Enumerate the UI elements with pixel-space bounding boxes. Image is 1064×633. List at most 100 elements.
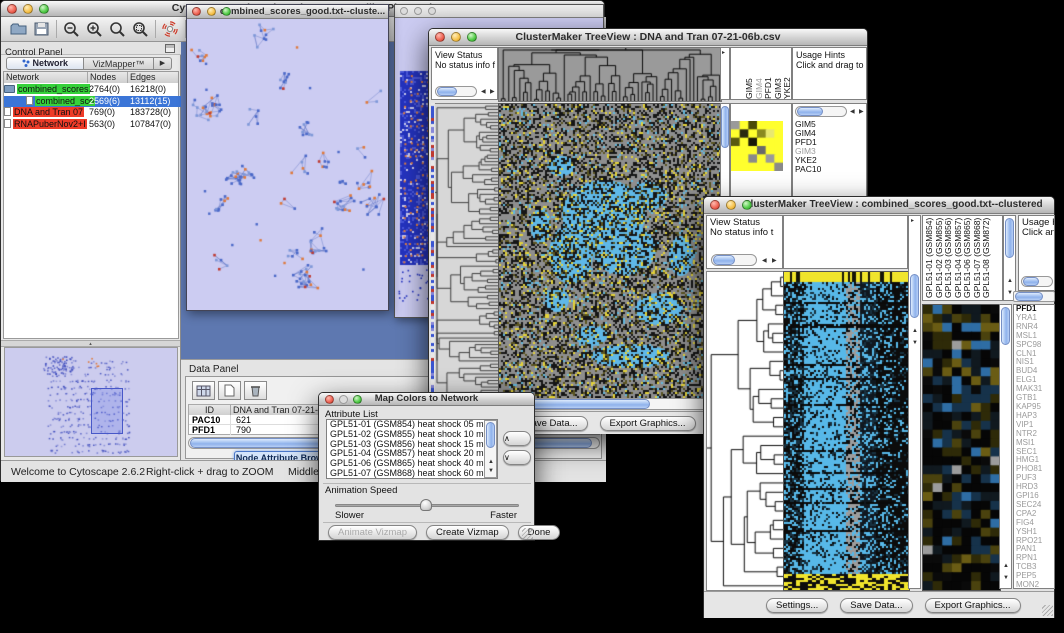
gene-item[interactable]: PAC10: [793, 165, 867, 174]
scroll-down-arrow[interactable]: ▼: [912, 340, 918, 347]
genelist-hscrollbar[interactable]: [795, 106, 847, 117]
scroll-up-arrow[interactable]: ▲: [488, 459, 494, 466]
network-row[interactable]: DNA and Tran 07 769(0) 183728(0): [4, 107, 182, 119]
gene-item[interactable]: MON2: [1014, 581, 1054, 589]
dialog-title-bar[interactable]: Map Colors to Network: [319, 393, 534, 406]
help-lifesaver-icon[interactable]: [159, 19, 182, 40]
treeview2-title-bar[interactable]: ClusterMaker TreeView : combined_scores_…: [704, 197, 1054, 214]
close-button[interactable]: [710, 200, 720, 210]
move-down-button[interactable]: ∨: [503, 450, 531, 465]
column-header-id[interactable]: ID: [189, 405, 231, 415]
dialog-button[interactable]: Create Vizmap: [426, 525, 509, 540]
resize-grip[interactable]: [1042, 605, 1053, 616]
close-button[interactable]: [400, 7, 408, 15]
resize-grip[interactable]: [522, 528, 533, 539]
attribute-listbox[interactable]: GPL51-01 (GSM854) heat shock 05 minGPL51…: [326, 419, 498, 479]
zoom-fit-button[interactable]: [106, 19, 129, 40]
birdseye-view[interactable]: [4, 347, 178, 457]
dialog-button[interactable]: Animate Vizmap: [328, 525, 417, 540]
close-button[interactable]: [325, 395, 334, 404]
scroll-right-arrow[interactable]: ▶: [490, 89, 495, 96]
usage-hscrollbar[interactable]: [1021, 276, 1053, 287]
scroll-right-arrow[interactable]: ▶: [859, 109, 864, 116]
zoom-out-button[interactable]: [60, 19, 83, 40]
row-dendrogram-canvas[interactable]: [706, 271, 785, 591]
scroll-left-arrow[interactable]: ◀: [481, 89, 486, 96]
zoom-button[interactable]: [428, 7, 436, 15]
float-panel-icon[interactable]: [165, 44, 175, 53]
zoom-heatmap-canvas[interactable]: [731, 121, 783, 171]
attribute-list-vscrollbar[interactable]: ▲ ▼: [484, 420, 497, 478]
genelist-vscrollbar[interactable]: ▲ ▼: [999, 304, 1012, 589]
slider-thumb[interactable]: [420, 499, 432, 511]
network-table-header: Network Nodes Edges: [4, 72, 178, 83]
scroll-right-arrow[interactable]: ▶: [772, 258, 777, 265]
tab-vizmapper[interactable]: VizMapper™: [84, 57, 154, 70]
tab-overflow-button[interactable]: ▶: [154, 57, 172, 70]
scroll-strip[interactable]: ▸: [720, 47, 730, 100]
tab-network[interactable]: Network: [6, 57, 84, 70]
birdseye-viewport-rect[interactable]: [91, 388, 123, 434]
zoom-heatmap-canvas[interactable]: [922, 304, 1001, 591]
status-hscrollbar[interactable]: [711, 254, 757, 266]
scroll-left-arrow[interactable]: ◀: [762, 258, 767, 265]
zoom-button[interactable]: [467, 32, 477, 42]
genelist-hscrollbar[interactable]: [1013, 291, 1055, 302]
minimize-button[interactable]: [726, 200, 736, 210]
global-heatmap-canvas[interactable]: [783, 271, 910, 591]
network-row[interactable]: RNAPuberNov2+I 563(0) 107847(0): [4, 119, 182, 131]
move-up-button[interactable]: ∧: [503, 431, 531, 446]
network-view-title-bar[interactable]: combined_scores_good.txt--cluste...: [187, 5, 388, 19]
zoom-button[interactable]: [353, 395, 362, 404]
minimize-button[interactable]: [339, 395, 348, 404]
zoom-button[interactable]: [222, 7, 231, 16]
scroll-down-arrow[interactable]: ▼: [488, 468, 494, 475]
open-session-button[interactable]: [7, 19, 30, 40]
select-attributes-button[interactable]: [192, 381, 215, 400]
zoom-button[interactable]: [742, 200, 752, 210]
zoom-in-button[interactable]: [83, 19, 106, 40]
network-view-window[interactable]: combined_scores_good.txt--cluste...: [186, 4, 389, 311]
column-header-nodes[interactable]: Nodes: [88, 72, 128, 83]
network-row-selected[interactable]: combined_sco 2569(6) 13112(15): [4, 96, 182, 108]
scroll-down-arrow[interactable]: ▼: [1003, 575, 1009, 582]
minimize-button[interactable]: [207, 7, 216, 16]
scroll-left-arrow[interactable]: ◀: [850, 109, 855, 116]
inactive-title-bar[interactable]: [395, 5, 603, 18]
minimize-button[interactable]: [451, 32, 461, 42]
scroll-up-arrow[interactable]: ▲: [912, 328, 918, 335]
column-dendrogram-canvas[interactable]: [498, 47, 722, 102]
new-attribute-button[interactable]: [218, 381, 241, 400]
heatmap-canvas[interactable]: [498, 103, 722, 399]
zoom-selected-button[interactable]: [129, 19, 152, 40]
labels-vscrollbar[interactable]: ▲ ▼: [1003, 215, 1016, 301]
treeview-button[interactable]: Export Graphics...: [925, 598, 1021, 613]
network-graph-canvas[interactable]: [187, 19, 388, 310]
delete-attribute-button[interactable]: [244, 381, 267, 400]
attribute-item[interactable]: GPL51-07 (GSM868) heat shock 60 min: [327, 469, 497, 479]
close-button[interactable]: [192, 7, 201, 16]
panel-divider[interactable]: ▴: [1, 340, 180, 347]
close-button[interactable]: [435, 32, 445, 42]
status-hscrollbar[interactable]: [435, 86, 477, 97]
zoom-button[interactable]: [39, 4, 49, 14]
row-dendrogram-canvas[interactable]: [435, 103, 499, 399]
treeview1-title-bar[interactable]: ClusterMaker TreeView : DNA and Tran 07-…: [429, 29, 867, 46]
view-status-title: View Status: [432, 48, 497, 60]
treeview2-title: ClusterMaker TreeView : combined_scores_…: [743, 199, 1042, 210]
column-header-edges[interactable]: Edges: [128, 72, 178, 83]
slower-label: Slower: [335, 510, 364, 521]
toolbar-separator: [155, 20, 156, 38]
scroll-up-arrow[interactable]: ▲: [1007, 278, 1013, 285]
column-header-network[interactable]: Network: [4, 72, 88, 83]
global-vscrollbar[interactable]: ▸ ▲ ▼: [908, 215, 921, 589]
network-row[interactable]: combined_scores 2764(0) 16218(0): [4, 84, 182, 96]
save-session-button[interactable]: [30, 19, 53, 40]
scroll-up-arrow[interactable]: ▲: [1003, 563, 1009, 570]
treeview-button[interactable]: Settings...: [766, 598, 828, 613]
treeview-button[interactable]: Export Graphics...: [600, 416, 696, 431]
treeview-button[interactable]: Save Data...: [840, 598, 912, 613]
close-button[interactable]: [7, 4, 17, 14]
minimize-button[interactable]: [414, 7, 422, 15]
minimize-button[interactable]: [23, 4, 33, 14]
